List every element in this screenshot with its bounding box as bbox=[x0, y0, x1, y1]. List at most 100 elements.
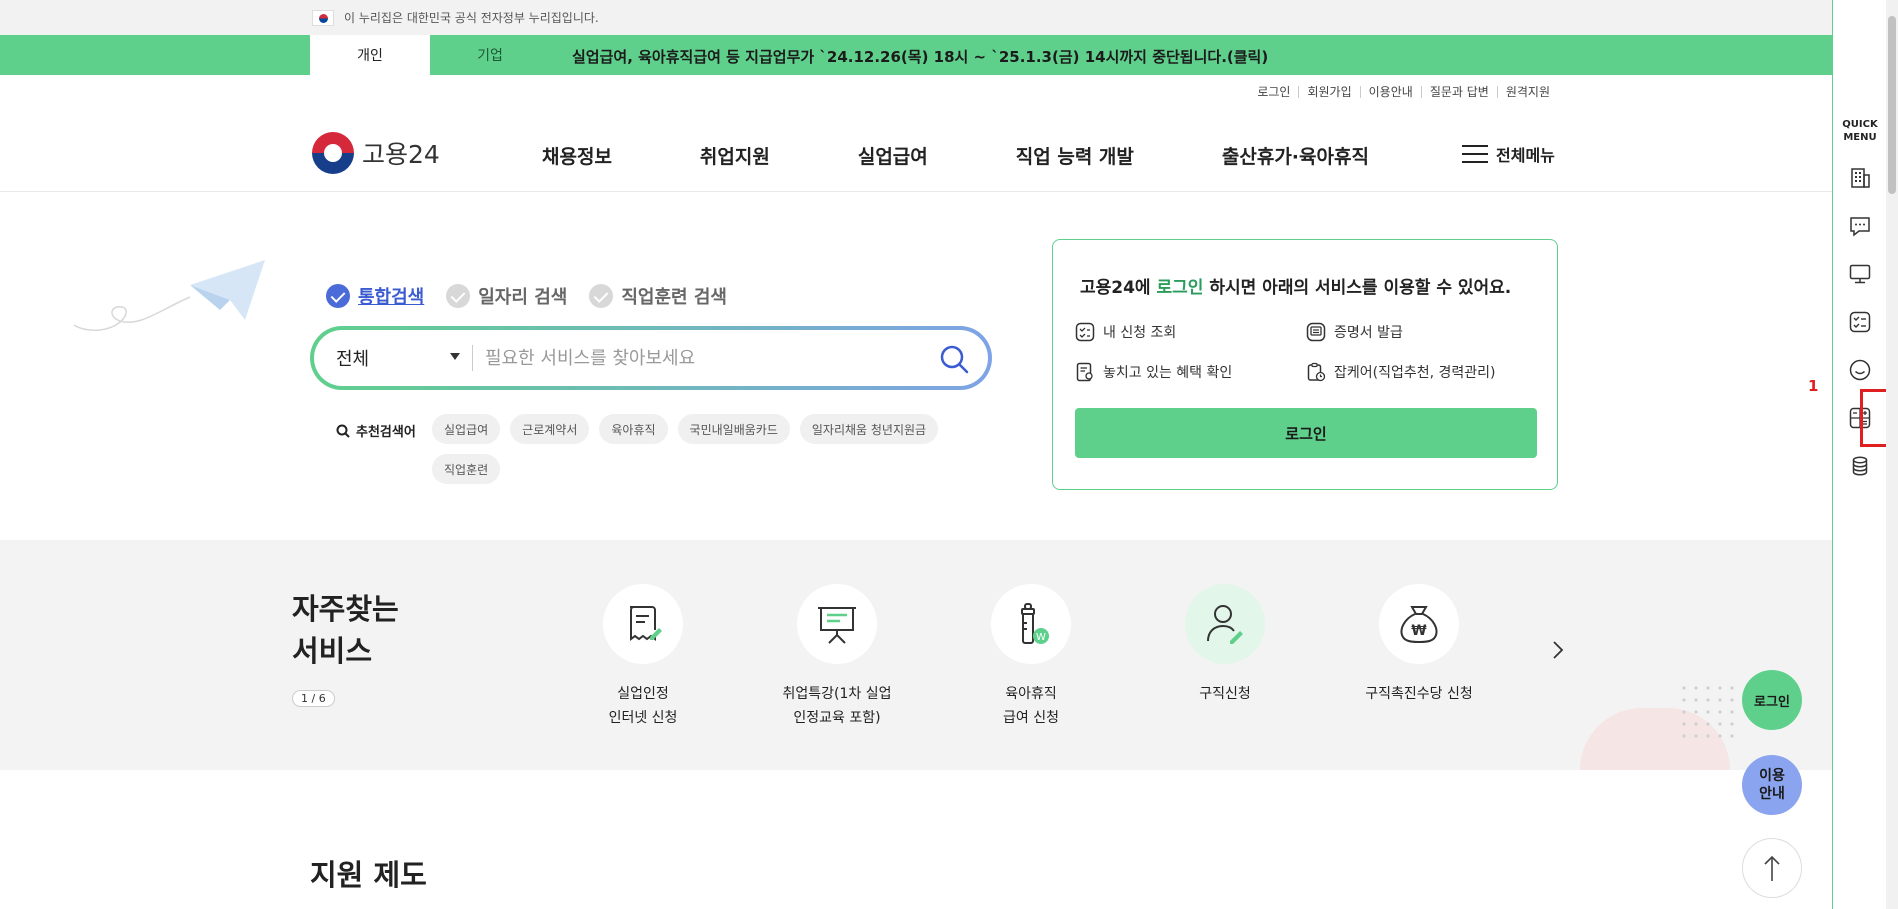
search-tab-integrated[interactable]: 통합검색 bbox=[326, 283, 424, 309]
svg-text:W: W bbox=[1036, 632, 1046, 643]
util-signup-link[interactable]: 회원가입 bbox=[1298, 86, 1359, 98]
recommend-tag[interactable]: 육아휴직 bbox=[599, 414, 668, 444]
arrow-up-icon bbox=[1764, 855, 1780, 881]
service-item-label: 육아휴직 급여 신청 bbox=[1003, 686, 1059, 726]
check-icon bbox=[589, 284, 614, 308]
service-my-applications[interactable]: 내 신청 조회 bbox=[1075, 322, 1176, 342]
service-item[interactable]: 실업인정 인터넷 신청 bbox=[563, 584, 723, 730]
search-tab-label: 통합검색 bbox=[358, 287, 425, 308]
search-tab-training[interactable]: 직업훈련 검색 bbox=[589, 283, 727, 309]
login-title-post: 하시면 아래의 서비스를 이용할 수 있어요. bbox=[1203, 278, 1512, 298]
service-item-label: 취업특강(1차 실업 인정교육 포함) bbox=[782, 686, 892, 726]
search-icon[interactable] bbox=[938, 343, 970, 375]
login-title-pre: 고용24에 bbox=[1080, 278, 1157, 298]
service-jobcare[interactable]: 잡케어(직업추천, 경력관리) bbox=[1306, 362, 1496, 382]
notice-link[interactable]: 실업급여, 육아휴직급여 등 지급업무가 `24.12.26(목) 18시 ~ … bbox=[572, 46, 1268, 67]
recommend-tag[interactable]: 근로계약서 bbox=[510, 414, 590, 444]
floating-login-button[interactable]: 로그인 bbox=[1742, 670, 1802, 730]
pager: 1 / 6 bbox=[292, 690, 335, 707]
search-tab-label: 직업훈련 검색 bbox=[621, 287, 727, 308]
all-menu-label: 전체메뉴 bbox=[1496, 146, 1555, 165]
money-bag-icon: ₩ bbox=[1400, 606, 1438, 644]
nav-item-vocational-training[interactable]: 직업 능력 개발 bbox=[1016, 142, 1134, 169]
search-tab-label: 일자리 검색 bbox=[478, 287, 568, 308]
decoration-dots bbox=[1678, 682, 1740, 744]
recommend-tag[interactable]: 실업급여 bbox=[432, 414, 501, 444]
scroll-top-button[interactable] bbox=[1742, 838, 1802, 898]
gov-banner: 이 누리집은 대한민국 공식 전자정부 누리집입니다. bbox=[0, 0, 1832, 35]
search-box: 전체 bbox=[310, 326, 992, 390]
divider bbox=[472, 345, 473, 371]
service-circle bbox=[797, 584, 877, 664]
document-edit-icon bbox=[630, 606, 662, 641]
scrollbar[interactable] bbox=[1886, 0, 1898, 909]
service-item-label: 구직신청 bbox=[1199, 686, 1251, 702]
main-area: 이 누리집은 대한민국 공식 전자정부 누리집입니다. 개인 기업 실업급여, … bbox=[0, 0, 1832, 909]
document-search-icon bbox=[1076, 362, 1093, 382]
building-icon[interactable] bbox=[1848, 166, 1872, 190]
search-input[interactable] bbox=[485, 347, 925, 369]
annotation-number: 1 bbox=[1808, 377, 1819, 395]
login-box-title: 고용24에 로그인 하시면 아래의 서비스를 이용할 수 있어요. bbox=[1080, 273, 1511, 298]
floating-guide-button[interactable]: 이용 안내 bbox=[1742, 755, 1802, 815]
svg-text:₩: ₩ bbox=[1411, 623, 1427, 639]
service-item[interactable]: ₩ 구직촉진수당 신청 bbox=[1339, 584, 1499, 706]
checklist-icon[interactable] bbox=[1848, 310, 1872, 334]
util-guide-link[interactable]: 이용안내 bbox=[1359, 86, 1421, 98]
scrollbar-thumb[interactable] bbox=[1888, 16, 1896, 194]
hamburger-icon bbox=[1462, 145, 1488, 163]
service-label: 잡케어(직업추천, 경력관리) bbox=[1334, 365, 1496, 381]
util-login-link[interactable]: 로그인 bbox=[1249, 86, 1298, 98]
nav-item-employment-support[interactable]: 취업지원 bbox=[700, 142, 770, 169]
notice-bar: 개인 기업 실업급여, 육아휴직급여 등 지급업무가 `24.12.26(목) … bbox=[0, 35, 1832, 75]
site-logo[interactable]: 고용24 bbox=[312, 132, 440, 174]
service-item[interactable]: W 육아휴직 급여 신청 bbox=[951, 584, 1111, 730]
chat-icon[interactable] bbox=[1848, 214, 1872, 238]
service-label: 놓치고 있는 혜택 확인 bbox=[1103, 365, 1233, 381]
service-item[interactable]: 구직신청 bbox=[1145, 584, 1305, 706]
main-nav: 채용정보 취업지원 실업급여 직업 능력 개발 출산휴가·육아휴직 bbox=[542, 142, 1457, 169]
service-circle: ₩ bbox=[1379, 584, 1459, 664]
baby-bottle-icon: W bbox=[1021, 603, 1049, 644]
search-icon bbox=[336, 424, 350, 438]
person-edit-icon bbox=[1207, 605, 1243, 644]
all-menu-button[interactable]: 전체메뉴 bbox=[1462, 142, 1555, 166]
frequent-services-title: 자주찾는 서비스 bbox=[292, 592, 399, 668]
service-circle bbox=[1185, 584, 1265, 664]
utility-links: 로그인 회원가입 이용안내 질문과 답변 원격지원 bbox=[1249, 86, 1558, 98]
coins-icon[interactable] bbox=[1848, 454, 1872, 478]
recommend-label-text: 추천검색어 bbox=[356, 425, 416, 440]
recommend-tag[interactable]: 직업훈련 bbox=[432, 454, 501, 484]
taegeuk-logo-icon bbox=[312, 132, 354, 174]
service-item-label: 실업인정 인터넷 신청 bbox=[608, 686, 678, 726]
check-icon bbox=[446, 284, 471, 308]
logo-text: 고용24 bbox=[362, 140, 440, 169]
checklist-icon bbox=[1075, 322, 1095, 342]
service-label: 증명서 발급 bbox=[1334, 325, 1403, 341]
service-item[interactable]: 취업특강(1차 실업 인정교육 포함) bbox=[757, 584, 917, 730]
util-qna-link[interactable]: 질문과 답변 bbox=[1420, 86, 1497, 98]
recommend-tag[interactable]: 국민내일배움카드 bbox=[677, 414, 790, 444]
tab-company[interactable]: 기업 bbox=[430, 35, 550, 75]
service-item-label: 구직촉진수당 신청 bbox=[1365, 686, 1473, 702]
search-category-select[interactable]: 전체 bbox=[336, 345, 460, 371]
nav-item-parental-leave[interactable]: 출산휴가·육아휴직 bbox=[1222, 142, 1369, 169]
search-tab-jobs[interactable]: 일자리 검색 bbox=[446, 283, 567, 309]
service-certificate[interactable]: 증명서 발급 bbox=[1306, 322, 1403, 342]
recommend-label: 추천검색어 bbox=[336, 421, 416, 440]
tab-personal[interactable]: 개인 bbox=[310, 35, 430, 75]
login-title-highlight: 로그인 bbox=[1156, 278, 1204, 298]
nav-item-jobs[interactable]: 채용정보 bbox=[542, 142, 612, 169]
monitor-icon[interactable] bbox=[1848, 262, 1872, 286]
recommend-tag[interactable]: 일자리채움 청년지원금 bbox=[799, 414, 939, 444]
clipboard-clock-icon bbox=[1307, 362, 1326, 382]
service-circle bbox=[603, 584, 683, 664]
chevron-right-icon[interactable] bbox=[1548, 640, 1568, 660]
util-remote-support-link[interactable]: 원격지원 bbox=[1496, 86, 1558, 98]
login-button[interactable]: 로그인 bbox=[1075, 408, 1537, 458]
korea-flag-icon bbox=[312, 9, 334, 26]
service-circle: W bbox=[991, 584, 1071, 664]
smile-icon[interactable] bbox=[1848, 358, 1872, 382]
nav-item-unemployment-benefits[interactable]: 실업급여 bbox=[858, 142, 928, 169]
service-missed-benefits[interactable]: 놓치고 있는 혜택 확인 bbox=[1075, 362, 1232, 382]
